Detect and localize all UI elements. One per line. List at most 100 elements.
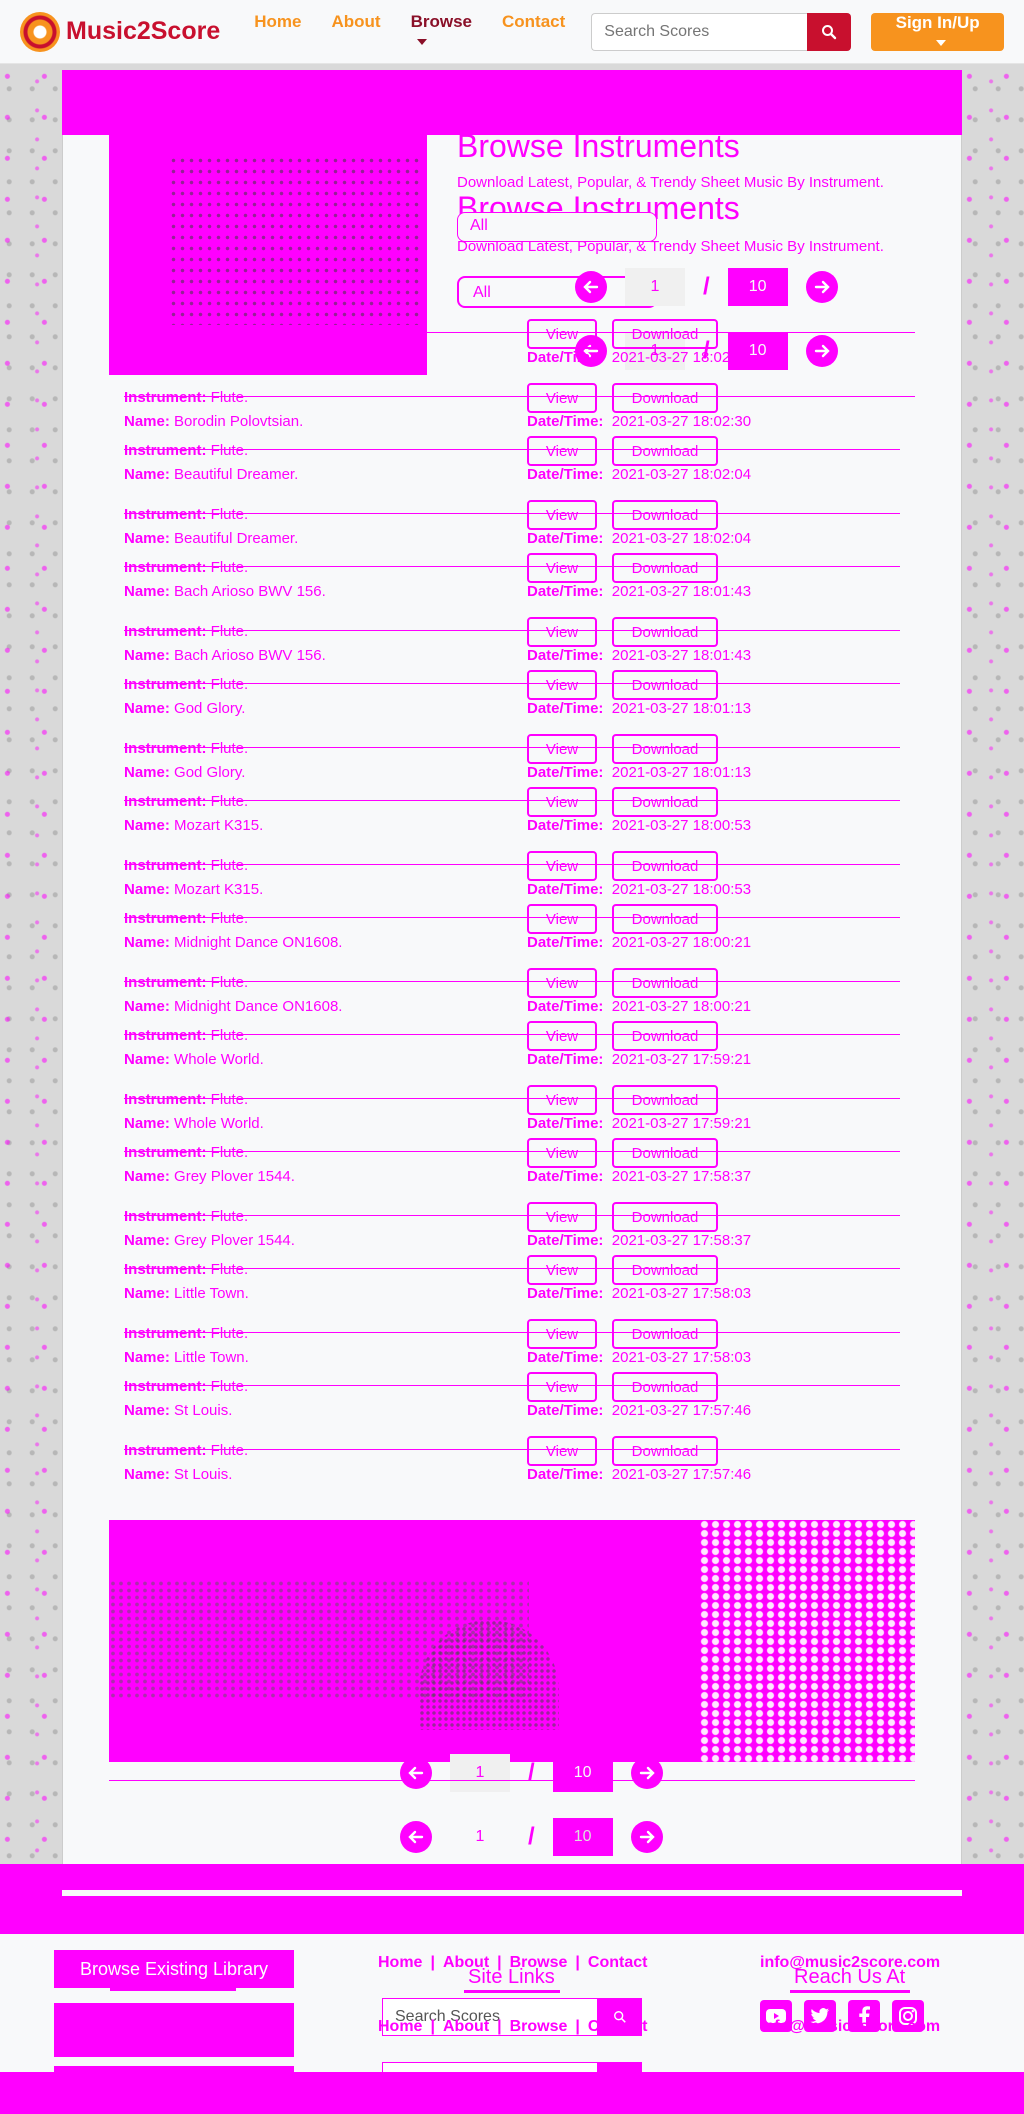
download-button[interactable]: Download xyxy=(612,904,718,934)
nav-contact[interactable]: Contact xyxy=(502,12,565,52)
view-button[interactable]: View xyxy=(527,904,597,934)
footer-email-ghost[interactable]: info@music2score.com xyxy=(760,2018,940,2036)
next-page-button[interactable] xyxy=(630,1757,663,1789)
music-note-logo-icon xyxy=(20,11,60,52)
view-button[interactable]: View xyxy=(527,1372,597,1402)
footer-link-home[interactable]: Home xyxy=(378,2018,422,2036)
instrument-text: Instrument: Flute. xyxy=(124,1027,249,1044)
instrument-text: Instrument: Flute. xyxy=(124,793,249,810)
browse-library-button[interactable]: Browse Existing Library xyxy=(54,1950,294,1988)
filter-value: All xyxy=(470,217,488,234)
datetime-text: Date/Time: 2021-03-27 17:59:21 xyxy=(527,1051,752,1068)
signin-dropdown-button[interactable]: Sign In/Up xyxy=(871,12,1004,51)
download-button[interactable]: Download xyxy=(612,319,718,349)
footer-link-browse[interactable]: Browse xyxy=(510,2018,568,2036)
footer-link-contact[interactable]: Contact xyxy=(588,1954,648,1972)
brand[interactable]: Music2Score xyxy=(20,11,221,52)
view-button[interactable]: View xyxy=(527,1255,597,1285)
next-page-button[interactable] xyxy=(805,271,838,303)
footer-link-sep: | xyxy=(430,2018,435,2035)
score-name-text: Name: Mozart K315. xyxy=(124,817,264,834)
instrument-text: Instrument: Flute. xyxy=(124,676,249,693)
page-number-input[interactable]: 1 xyxy=(450,1818,510,1856)
score-row-ghost: Instrument: Flute. Name: Whole World. Date… xyxy=(124,1021,900,1151)
reach-us-title: Reach Us At xyxy=(794,1966,906,1988)
score-name-text: Name: St Louis. xyxy=(124,1402,233,1419)
score-row-ghost: Instrument: Flute. Name: Little Town. Date… xyxy=(124,1255,900,1385)
download-button[interactable]: Download xyxy=(612,1021,718,1051)
score-row-ghost: Instrument: Flute. Name: Beautiful Dreame… xyxy=(124,436,900,566)
download-button[interactable]: Download xyxy=(612,1255,718,1285)
filter-value: All xyxy=(473,284,491,301)
search-button[interactable] xyxy=(807,12,852,51)
footer-link-home[interactable]: Home xyxy=(378,1954,422,1972)
bottom-strip xyxy=(0,2072,1024,2114)
search-input[interactable] xyxy=(591,12,808,51)
datetime-text: Date/Time: 2021-03-27 18:01:13 xyxy=(527,700,752,717)
view-button[interactable]: View xyxy=(527,787,597,817)
score-row-ghost: Instrument: Flute. Name: Borodin Polovtsi… xyxy=(124,319,900,449)
nav-search xyxy=(591,12,852,51)
nav-home[interactable]: Home xyxy=(254,12,301,52)
caret-down-icon xyxy=(416,39,427,46)
download-button[interactable]: Download xyxy=(612,787,718,817)
prev-page-button[interactable] xyxy=(575,271,607,303)
footer-band-inner xyxy=(62,1890,962,1896)
prev-page-button[interactable] xyxy=(400,1757,432,1789)
view-button[interactable]: View xyxy=(527,1138,597,1168)
page-number-input[interactable]: 1 xyxy=(450,1754,510,1792)
score-name-text: Name: Whole World. xyxy=(124,1051,264,1068)
view-button[interactable]: View xyxy=(527,553,597,583)
arrow-right-icon xyxy=(814,280,830,294)
nav-browse-dropdown[interactable]: Browse xyxy=(411,12,472,52)
view-button[interactable]: View xyxy=(527,436,597,466)
pager-slash: / xyxy=(528,1759,535,1786)
view-button[interactable]: View xyxy=(527,1021,597,1051)
nav-browse-label: Browse xyxy=(410,11,472,31)
prev-page-button[interactable] xyxy=(400,1821,432,1853)
pager-slash: / xyxy=(703,273,710,300)
bottom-pager-ghost: 1 / 10 xyxy=(400,1818,663,1856)
instrument-text: Instrument: Flute. xyxy=(124,442,249,459)
signin-label: Sign In/Up xyxy=(895,12,980,32)
page-number-input[interactable]: 1 xyxy=(625,268,685,306)
score-row-ghost: Instrument: Flute. Name: Bach Arioso BWV … xyxy=(124,553,900,683)
datetime-text: Date/Time: 2021-03-27 17:57:46 xyxy=(527,1402,752,1419)
download-button[interactable]: Download xyxy=(612,553,718,583)
download-button[interactable]: Download xyxy=(612,1138,718,1168)
footer-link-sep: | xyxy=(575,1954,580,1971)
page-total: 10 xyxy=(727,268,788,306)
footer-button-2[interactable] xyxy=(54,2003,294,2057)
instrument-filter-select-ghost[interactable]: All xyxy=(457,212,657,242)
footer-link-about[interactable]: About xyxy=(443,2018,489,2036)
nav-about[interactable]: About xyxy=(331,12,380,52)
arrow-left-icon xyxy=(408,1830,424,1844)
score-row-ghost: Instrument: Flute. Name: Mozart K315. Date… xyxy=(124,787,900,917)
datetime-text: Date/Time: 2021-03-27 17:58:03 xyxy=(527,1285,752,1302)
download-button[interactable]: Download xyxy=(612,436,718,466)
view-button[interactable]: View xyxy=(527,319,597,349)
download-button[interactable]: Download xyxy=(612,1372,718,1402)
caret-down-icon xyxy=(935,40,946,47)
download-button[interactable]: Download xyxy=(612,670,718,700)
next-page-button[interactable] xyxy=(630,1821,663,1853)
site-links-title: Site Links xyxy=(468,1966,555,1988)
datetime-text: Date/Time: 2021-03-27 18:00:21 xyxy=(527,934,752,951)
bottom-pager: 1 / 10 xyxy=(400,1754,663,1792)
score-name-text: Name: Grey Plover 1544. xyxy=(124,1168,295,1185)
footer-link-contact[interactable]: Contact xyxy=(588,2018,648,2036)
footer-band xyxy=(0,1864,1024,1934)
score-name-text: Name: Beautiful Dreamer. xyxy=(124,466,299,483)
view-button[interactable]: View xyxy=(527,670,597,700)
datetime-text: Date/Time: 2021-03-27 18:02:30 xyxy=(527,349,752,366)
brand-name: Music2Score xyxy=(66,17,221,45)
instrument-text: Instrument: Flute. xyxy=(124,1144,249,1161)
reach-us-underline xyxy=(790,1990,910,1993)
footer-link-sep: | xyxy=(497,2018,502,2035)
datetime-text: Date/Time: 2021-03-27 17:58:37 xyxy=(527,1168,752,1185)
instrument-text: Instrument: Flute. xyxy=(124,910,249,927)
page-subtitle: Download Latest, Popular, & Trendy Sheet… xyxy=(457,174,884,191)
instrument-text: Instrument: Flute. xyxy=(124,1261,249,1278)
divider xyxy=(109,1780,915,1781)
score-row-ghost: Instrument: Flute. Name: Midnight Dance O… xyxy=(124,904,900,1034)
